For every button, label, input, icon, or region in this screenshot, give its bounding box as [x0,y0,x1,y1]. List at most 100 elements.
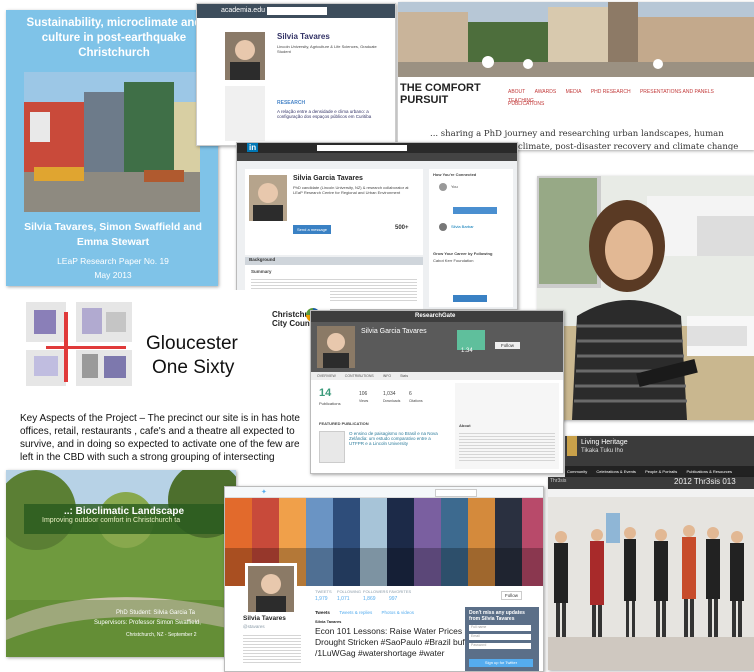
tab-tweets[interactable]: Tweets [315,610,330,615]
connection-avatar [439,223,447,231]
publications-count: 14 [319,387,332,399]
blog-header-photo [398,2,754,77]
tab-tweets-replies[interactable]: Tweets & replies [339,610,372,615]
password-field[interactable]: Password [469,643,531,649]
blog-nav-about[interactable]: ABOUT [508,86,525,98]
heritage-header: Living Heritage Tikaka Tuku Iho [565,436,754,466]
views-count: 106 [359,391,368,397]
about-text [459,431,555,461]
send-message-button[interactable]: Send a message [293,225,332,234]
gloucester-slide: Gloucester One Sixty Christchurch City C… [0,290,330,466]
linkedin-search-input[interactable] [317,145,407,151]
blog-title[interactable]: THE COMFORT PURSUIT [400,82,481,106]
tab-contributions[interactable]: CONTRIBUTIONS [345,372,374,380]
nav-people[interactable]: People & Portraits [645,466,677,477]
academia-paper-link[interactable]: A relação entre a densidade e clima urba… [277,109,387,119]
tweet-author[interactable]: Silvia Tavares [315,619,341,624]
paper-series: LEaP Research Paper No. 19 [57,256,169,266]
avatar [249,175,287,221]
researchgate-name: Silvia Garcia Tavares [361,328,427,335]
site-plan-map [26,302,132,386]
signup-title: Don't miss any updates from Silvia Tavar… [469,610,525,622]
stat-following-label: FOLLOWING [337,589,362,594]
heritage-title[interactable]: Living Heritage [581,439,628,446]
stat-followers-label: FOLLOWERS [363,589,389,594]
follow-button[interactable]: Follow [495,342,521,349]
rg-score-badge [457,330,485,350]
linkedin-profile-screenshot: in Silvia Garcia Tavares PhD candidate (… [236,142,518,310]
heritage-nav: Community Celebrations & Events People &… [565,466,754,477]
grow-career-heading: Grow Your Career by Following [433,251,493,256]
stat-tweets-label: TWEETS [315,589,332,594]
blog-nav-phd-research[interactable]: PHD RESEARCH [591,86,631,98]
academia-subtitle: Lincoln University, Agriculture & Life S… [277,44,377,54]
paper-authors: Silvia Tavares, Simon Swaffield and Emma… [24,221,202,248]
signup-panel: Don't miss any updates from Silvia Tavar… [465,607,539,671]
slide-body: Key Aspects of the Project – The precinc… [20,412,300,464]
tweet-text: Econ 101 Lessons: Raise Water Prices in … [315,626,476,659]
citations-label: Citations [409,399,423,403]
twitter-profile: ✦ TWEETS 1,979 FOLLOWING 1,071 FOLLOWERS… [224,486,544,672]
linkedin-logo[interactable]: in [247,143,259,152]
blog-nav-media[interactable]: MEDIA [566,86,582,98]
twitter-search-input[interactable] [435,489,477,497]
tab-overview[interactable]: OVERVIEW [317,372,336,380]
email-field[interactable]: Email [469,634,531,640]
slide-body-line4: left in the CBD with such a strong group… [20,452,275,463]
nav-community[interactable]: Community [567,466,587,477]
twitter-name: Silvia Tavares [243,615,286,622]
nav-publications[interactable]: Publications & Resources [686,466,732,477]
stat-tweets[interactable]: 1,979 [315,596,328,602]
academia-name[interactable]: Silvia Tavares [277,32,330,41]
twitter-tabs: Tweets Tweets & replies Photos & videos [315,610,422,615]
comfort-pursuit-blog: THE COMFORT PURSUIT ABOUT AWARDS MEDIA P… [398,2,754,150]
researchgate-logo[interactable]: ResearchGate [415,313,455,319]
bioclimatic-title: ..: Bioclimatic Landscape [64,506,185,517]
stat-following[interactable]: 1,071 [337,596,350,602]
bioclimatic-phd: PhD Student: Silvia Garcia Ta [116,610,195,616]
blog-tagline-1: ... sharing a PhD journey and researchin… [430,129,724,139]
slide-title-band: ..: Bioclimatic Landscape Improving outd… [24,504,236,534]
bioclimatic-place: Christchurch, NZ - September 2 [126,632,197,638]
follow-button[interactable] [453,295,487,302]
citations-count: 6 [409,391,412,397]
nav-celebrations[interactable]: Celebrations & Events [596,466,636,477]
researchgate-tabs: OVERVIEW CONTRIBUTIONS INFO Stats [311,372,563,380]
company-name[interactable]: Cabot Kerr Foundation [433,258,473,263]
blog-nav-awards[interactable]: AWARDS [535,86,557,98]
you-avatar [439,183,447,191]
stat-followers[interactable]: 1,869 [363,596,376,602]
blog-nav: ABOUT AWARDS MEDIA PHD RESEARCH PRESENTA… [508,86,754,110]
publication-thumbnail[interactable] [319,431,345,463]
avatar [225,32,265,80]
paper-title: Sustainability, microclimate and culture… [26,17,202,59]
researchgate-banner: Silvia Garcia Tavares 1.34 Follow [311,322,563,372]
twitter-bio [243,633,301,663]
follow-button[interactable]: Follow [501,591,523,600]
twitter-handle: @stavares [243,624,265,629]
research-paper-cover: Sustainability, microclimate and culture… [6,10,218,286]
blog-title-line1: THE COMFORT [400,82,481,94]
signup-button[interactable]: Sign up for Twitter [469,659,533,667]
tweet-line1: Econ 101 Lessons: Raise Water Prices in [315,626,472,636]
tab-stats[interactable]: Stats [400,372,408,380]
featured-publication-link[interactable]: O ensino de paisagismo no Brasil e na No… [349,431,445,446]
linkedin-headline: PhD candidate (Lincoln University, NZ) &… [293,185,409,195]
rg-score: 1.34 [461,348,473,354]
blog-nav-presentations[interactable]: PRESENTATIONS AND PANELS [640,86,714,98]
blog-nav-teaching[interactable]: TEACHING [508,98,534,104]
connection-name[interactable]: Silvia Barbar [451,224,474,229]
tab-info[interactable]: INFO [383,372,391,380]
downloads-count: 1,034 [383,391,396,397]
stat-favorites[interactable]: 997 [389,596,397,602]
linkedin-background-heading: Background [245,257,423,265]
heritage-logo-icon [567,436,577,456]
twitter-bird-icon[interactable]: ✦ [261,488,267,496]
you-label: You [451,184,458,189]
academia-search-input[interactable] [267,7,327,15]
bioclimatic-slide: ..: Bioclimatic Landscape Improving outd… [6,470,236,657]
how-connected-heading: How You're Connected [433,172,477,177]
tab-photos-videos[interactable]: Photos & videos [381,610,414,615]
fullname-field[interactable]: Full name [469,625,531,631]
paper-date: May 2013 [94,270,132,280]
